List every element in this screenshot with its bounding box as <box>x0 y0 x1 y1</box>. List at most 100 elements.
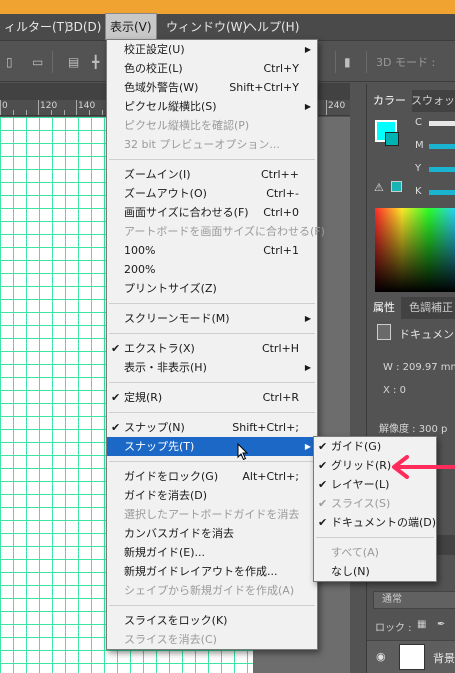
tab-properties[interactable]: 属性 <box>367 297 401 319</box>
background-color-swatch[interactable] <box>385 132 399 146</box>
yellow-label: Y <box>415 163 422 174</box>
menu-item-スライス: ✔ スライス(S) <box>314 494 436 513</box>
menu-item-ズームアウト[interactable]: ズームアウト(O) Ctrl+- <box>107 184 317 203</box>
menu-item-表示・非表示[interactable]: 表示・非表示(H) ▶ <box>107 358 317 377</box>
menu-item-新規ガイドレイアウトを作成[interactable]: 新規ガイドレイアウトを作成... <box>107 562 317 581</box>
color-spectrum[interactable] <box>375 208 455 292</box>
menu-item-カンバスガイドを消去[interactable]: カンバスガイドを消去 <box>107 524 317 543</box>
menu-item-label: 表示・非表示(H) <box>124 361 207 374</box>
menu-item-スナップ[interactable]: ✔ スナップ(N) Shift+Ctrl+; <box>107 418 317 437</box>
menu-separator <box>109 605 315 606</box>
menu-item-選択したアートボードガイドを消去: 選択したアートボードガイドを消去 <box>107 505 317 524</box>
menu-item-校正設定[interactable]: 校正設定(U) ▶ <box>107 40 317 59</box>
gamut-color-swatch[interactable] <box>391 181 402 192</box>
menu-item-色の校正[interactable]: 色の校正(L) Ctrl+Y <box>107 59 317 78</box>
ruler-tick <box>0 100 1 115</box>
cyan-label: C <box>415 117 422 128</box>
black-slider[interactable] <box>429 190 455 195</box>
menu-item-label: 校正設定(U) <box>124 43 185 56</box>
menu-separator <box>109 333 315 334</box>
toolbar-divider <box>52 51 53 73</box>
menu-item-新規ガイド[interactable]: 新規ガイド(E)... <box>107 543 317 562</box>
menu-window[interactable]: ウィンドウ(W) <box>162 14 251 40</box>
distribute-icon[interactable]: ▮ <box>344 56 356 68</box>
ruler-label: 140 <box>78 101 96 111</box>
toolbar-divider <box>335 51 336 73</box>
menu-item-label: カンバスガイドを消去 <box>124 527 234 540</box>
blend-mode-select[interactable]: 通常 <box>373 591 455 609</box>
menu-item-label: 200% <box>124 263 156 276</box>
menu-item-label: グリッド(R) <box>331 459 392 472</box>
menu-item-スナップ先[interactable]: スナップ先(T) ▶ <box>107 437 317 456</box>
gamut-warning-icon[interactable]: ⚠ <box>374 181 384 194</box>
menu-item-画面サイズに合わせる[interactable]: 画面サイズに合わせる(F) Ctrl+0 <box>107 203 317 222</box>
menu-item-label: スナップ先(T) <box>124 440 195 453</box>
menu-item-エクストラ[interactable]: ✔ エクストラ(X) Ctrl+H <box>107 339 317 358</box>
menu-item-スライスをロック[interactable]: スライスをロック(K) <box>107 611 317 630</box>
menu-item-200%[interactable]: 200% <box>107 260 317 279</box>
tab-swatches[interactable]: スウォッチ <box>405 90 455 112</box>
menu-item-ピクセル縦横比[interactable]: ピクセル縦横比(S) ▶ <box>107 97 317 116</box>
align-bottom-edge-icon[interactable]: ▭ <box>32 56 44 68</box>
menu-item-ズームイン[interactable]: ズームイン(I) Ctrl++ <box>107 165 317 184</box>
menu-item-定規[interactable]: ✔ 定規(R) Ctrl+R <box>107 388 317 407</box>
menu-item-ガイドを消去[interactable]: ガイドを消去(D) <box>107 486 317 505</box>
menu-item-label: ズームアウト(O) <box>124 187 207 200</box>
mouse-pointer-icon <box>237 443 249 461</box>
submenu-arrow-icon: ▶ <box>304 102 311 111</box>
width-readout: W : 209.97 mm <box>383 362 455 373</box>
menu-item-ガイドをロック[interactable]: ガイドをロック(G) Alt+Ctrl+; <box>107 467 317 486</box>
ruler-label: 0 <box>2 101 8 111</box>
ruler-tick <box>102 110 103 115</box>
menu-item-label: ガイドをロック(G) <box>124 470 219 483</box>
menu-item-label: 100% <box>124 244 156 257</box>
menu-item-label: ピクセル縦横比を確認(P) <box>124 119 250 132</box>
window-top-strip <box>0 0 455 14</box>
yellow-slider[interactable] <box>429 167 455 172</box>
menu-view[interactable]: 表示(V) <box>105 13 157 41</box>
submenu-arrow-icon: ▶ <box>304 314 311 323</box>
menu-help[interactable]: ヘルプ(H) <box>241 14 303 40</box>
resolution-readout: 解像度 : 300 p <box>379 424 448 435</box>
align-bottom-icon[interactable]: ▯ <box>6 56 18 68</box>
menu-item-shortcut: Ctrl+- <box>266 187 299 200</box>
menu-item-label: ピクセル縦横比(S) <box>124 100 217 113</box>
visibility-eye-icon[interactable]: ◉ <box>376 650 386 663</box>
menu-item-スライスを消去: スライスを消去(C) <box>107 630 317 649</box>
menu-item-100%[interactable]: 100% Ctrl+1 <box>107 241 317 260</box>
menu-item-label: スライスを消去(C) <box>124 633 217 646</box>
align-center-icon[interactable]: ╋ <box>92 56 104 68</box>
ruler-tick <box>76 100 77 115</box>
tab-adjustments[interactable]: 色調補正 <box>403 297 455 319</box>
lock-transparency-icon[interactable]: ▦ <box>417 619 426 630</box>
menu-item-label: ガイドを消去(D) <box>124 489 208 502</box>
menu-item-label: スクリーンモード(M) <box>124 312 230 325</box>
menu-item-アートボードを画面サイズに合わせる: アートボードを画面サイズに合わせる(F) <box>107 222 325 241</box>
cyan-slider[interactable] <box>429 121 455 126</box>
lock-paint-icon[interactable]: ✒ <box>437 619 445 630</box>
menu-item-shortcut: Ctrl++ <box>260 168 299 181</box>
menu-item-スクリーンモード[interactable]: スクリーンモード(M) ▶ <box>107 309 317 328</box>
magenta-slider[interactable] <box>429 144 455 149</box>
checkmark-icon: ✔ <box>318 497 328 510</box>
menu-item-shortcut: Ctrl+R <box>262 391 299 404</box>
menu-item-色域外警告[interactable]: 色域外警告(W) Shift+Ctrl+Y <box>107 78 317 97</box>
menu-item-なし[interactable]: なし(N) <box>314 562 436 581</box>
ruler-tick <box>89 110 90 115</box>
menu-item-ガイド[interactable]: ✔ ガイド(G) <box>314 437 436 456</box>
menu-3d[interactable]: 3D(D) <box>62 14 105 40</box>
ruler-tick <box>326 100 327 115</box>
toolbar-divider <box>366 51 367 73</box>
menu-item-label: 新規ガイドレイアウトを作成... <box>124 565 278 578</box>
menu-item-プリントサイズ[interactable]: プリントサイズ(Z) <box>107 279 317 298</box>
x-readout: X : 0 <box>383 385 406 396</box>
layer-row-background[interactable]: ◉ 背景 <box>367 640 455 673</box>
menu-item-label: 32 bit プレビューオプション... <box>124 138 280 151</box>
checkmark-icon: ✔ <box>318 516 328 529</box>
menu-item-ドキュメントの端[interactable]: ✔ ドキュメントの端(D) <box>314 513 436 532</box>
magenta-label: M <box>415 140 424 151</box>
menu-item-label: プリントサイズ(Z) <box>124 282 217 295</box>
align-left-icon[interactable]: ▤ <box>68 56 80 68</box>
menu-item-label: アートボードを画面サイズに合わせる(F) <box>124 225 325 238</box>
menu-item-shortcut: Alt+Ctrl+; <box>242 470 299 483</box>
